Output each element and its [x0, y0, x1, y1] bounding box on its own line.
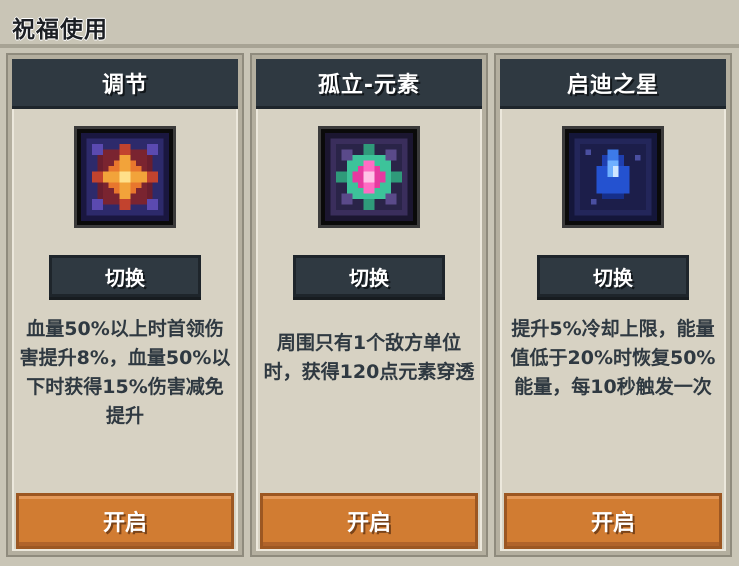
blessing-description: 周围只有1个敌方单位时，获得120点元素穿透 — [262, 329, 476, 489]
switch-button-label: 切换 — [105, 265, 145, 290]
switch-button[interactable]: 切换 — [537, 255, 689, 297]
enable-button-label: 开启 — [590, 511, 635, 536]
blessing-description: 血量50%以上时首领伤害提升8%，血量50%以下时获得15%伤害减免提升 — [18, 315, 232, 475]
blessing-card-header: 调节 — [12, 59, 238, 109]
page-title: 祝福使用 — [12, 17, 108, 43]
blessing-card-header: 启迪之星 — [500, 59, 726, 109]
blessing-name: 调节 — [101, 72, 148, 98]
switch-button[interactable]: 切换 — [49, 255, 201, 297]
blue-crystal-icon — [565, 129, 661, 225]
blessing-description: 提升5%冷却上限，能量值低于20%时恢复50%能量，每10秒触发一次 — [506, 315, 720, 475]
enable-button[interactable]: 开启 — [16, 493, 234, 549]
enable-button[interactable]: 开启 — [504, 493, 722, 549]
enable-button-label: 开启 — [346, 511, 391, 536]
blessing-name: 孤立-元素 — [317, 72, 421, 98]
blessing-description-text: 提升5%冷却上限，能量值低于20%时恢复50%能量，每10秒触发一次 — [510, 318, 716, 398]
pink-gem-icon — [321, 129, 417, 225]
blessing-card-header: 孤立-元素 — [256, 59, 482, 109]
blessing-card-0: 调节 切换 血量50%以上时首领伤害提升8%，血量50%以下时获得15%伤害减免… — [8, 55, 242, 555]
enable-button-label: 开启 — [102, 511, 147, 536]
title-bar: 祝福使用 — [0, 0, 739, 48]
switch-button[interactable]: 切换 — [293, 255, 445, 297]
blessing-card-2: 启迪之星 切换 提升5%冷却上限，能量值低于20%时恢复50%能量，每10秒触发… — [496, 55, 730, 555]
enable-button[interactable]: 开启 — [260, 493, 478, 549]
blessing-description-text: 血量50%以上时首领伤害提升8%，血量50%以下时获得15%伤害减免提升 — [19, 318, 231, 427]
blessing-description-text: 周围只有1个敌方单位时，获得120点元素穿透 — [263, 332, 475, 383]
blessing-name: 启迪之星 — [566, 72, 659, 98]
blessing-card-1: 孤立-元素 切换 周围只有1个敌方单位时，获得120点元素穿透 开启 — [252, 55, 486, 555]
switch-button-label: 切换 — [349, 265, 389, 290]
orange-star-icon — [77, 129, 173, 225]
switch-button-label: 切换 — [593, 265, 633, 290]
